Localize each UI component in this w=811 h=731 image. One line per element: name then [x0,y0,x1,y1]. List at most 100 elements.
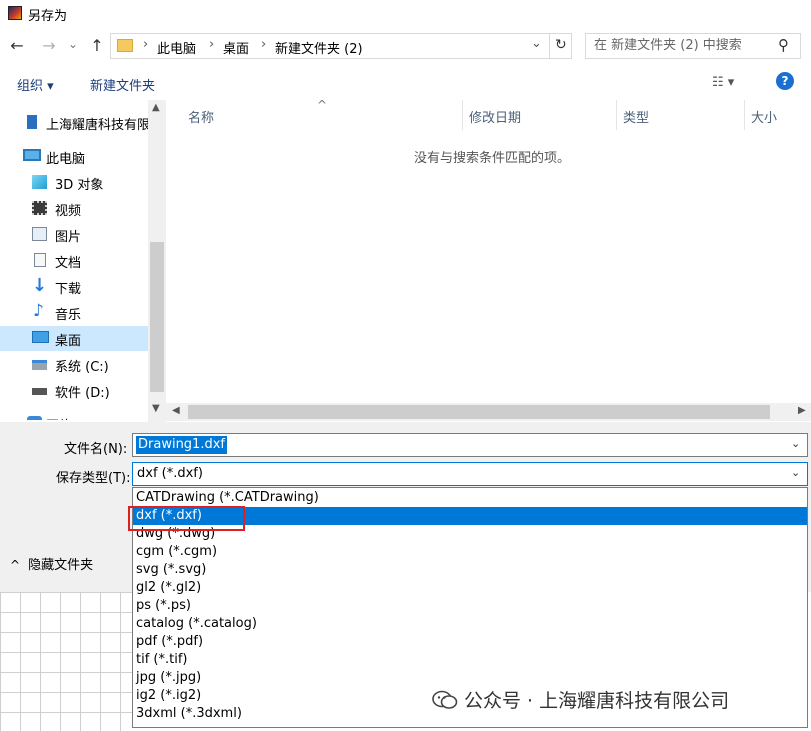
breadcrumb-new-folder[interactable]: 新建文件夹 (2) [275,38,363,57]
help-icon[interactable]: ? [776,72,794,90]
sidebar-item-label: 网络 [46,415,72,420]
hide-folders-label: 隐藏文件夹 [28,558,94,573]
address-divider [549,34,550,58]
back-arrow-icon[interactable]: ← [6,35,28,57]
filename-label: 文件名(N): [64,442,128,457]
filename-value[interactable]: Drawing1.dxf [136,436,227,454]
music-icon: ♪ [33,301,44,321]
save-type-dropdown-icon[interactable]: ⌄ [791,466,800,479]
background-grid [0,592,132,731]
download-icon: ↓ [32,275,48,296]
filename-dropdown-icon[interactable]: ⌄ [791,437,800,450]
breadcrumb-this-pc[interactable]: 此电脑 [157,38,196,57]
toolbar: 组织 ▾ 新建文件夹 ☷ ▾ ? [0,68,811,98]
scroll-left-icon[interactable]: ◀ [172,405,180,416]
sidebar-item-pictures[interactable]: 图片 [0,222,148,247]
navigation-pane: 上海耀唐科技有限 此电脑 3D 对象 视频 图片 文档 ↓ 下载 ♪ 音乐 桌面… [0,100,148,420]
chevron-up-icon: ^ [10,558,21,572]
sidebar-item-this-pc[interactable]: 此电脑 [0,144,148,169]
column-header-type[interactable]: 类型 [623,107,649,126]
app-icon [8,6,22,20]
file-type-option[interactable]: catalog (*.catalog) [133,615,807,633]
scroll-up-icon[interactable]: ▲ [152,102,160,113]
file-type-option[interactable]: ps (*.ps) [133,597,807,615]
file-type-option[interactable]: svg (*.svg) [133,561,807,579]
annotation-highlight-box [128,506,245,531]
sidebar-item-network[interactable]: 网络 [0,411,148,420]
refresh-icon[interactable]: ↻ [555,37,567,53]
sidebar-item-desktop[interactable]: 桌面 [0,326,148,351]
sidebar-item-label: 此电脑 [46,152,86,167]
sidebar-item-downloads[interactable]: ↓ 下载 [0,274,148,299]
file-list-horizontal-scrollbar[interactable]: ◀ ▶ [166,403,811,421]
watermark: 公众号 · 上海耀唐科技有限公司 [432,686,729,713]
column-header-name[interactable]: 名称 [188,107,214,126]
new-folder-button[interactable]: 新建文件夹 [90,75,155,94]
up-arrow-icon[interactable]: ↑ [86,35,108,57]
title-bar: 另存为 [0,0,811,28]
column-divider[interactable] [744,100,745,130]
scrollbar-thumb[interactable] [188,405,770,419]
sidebar-item-label: 桌面 [55,334,82,349]
file-type-option[interactable]: CATDrawing (*.CATDrawing) [133,489,807,507]
scroll-down-icon[interactable]: ▼ [152,403,160,414]
drive-c-icon [32,360,47,370]
save-type-label: 保存类型(T): [56,471,131,486]
sidebar-item-videos[interactable]: 视频 [0,196,148,221]
file-type-option[interactable]: tif (*.tif) [133,651,807,669]
view-options-icon[interactable]: ☷ ▾ [712,75,734,90]
recent-locations-chevron-icon[interactable]: ⌄ [62,33,84,55]
sidebar-item-music[interactable]: ♪ 音乐 [0,300,148,325]
sidebar-item-label: 上海耀唐科技有限 [46,118,148,133]
column-header-size[interactable]: 大小 [751,107,777,126]
column-divider[interactable] [616,100,617,130]
navigation-pane-scrollbar[interactable]: ▲ ▼ [148,100,166,422]
column-header-date[interactable]: 修改日期 [469,107,521,126]
file-type-option[interactable]: cgm (*.cgm) [133,543,807,561]
sidebar-item-3d-objects[interactable]: 3D 对象 [0,170,148,195]
sidebar-item-company[interactable]: 上海耀唐科技有限 [0,110,148,135]
sidebar-item-drive-d[interactable]: 软件 (D:) [0,378,148,403]
filename-field[interactable]: Drawing1.dxf ⌄ [132,433,808,457]
scroll-right-icon[interactable]: ▶ [798,405,806,416]
sort-ascending-icon: ^ [317,98,328,112]
sidebar-item-documents[interactable]: 文档 [0,248,148,273]
hide-folders-button[interactable]: ^ 隐藏文件夹 [10,554,93,573]
document-icon [34,253,46,267]
scrollbar-thumb[interactable] [150,242,164,392]
file-type-option[interactable]: jpg (*.jpg) [133,669,807,687]
column-divider[interactable] [462,100,463,130]
search-input[interactable] [594,38,774,53]
organize-button[interactable]: 组织 ▾ [17,75,54,94]
breadcrumb-desktop[interactable]: 桌面 [223,38,249,57]
empty-message: 没有与搜索条件匹配的项。 [414,151,571,166]
sidebar-item-label: 下载 [55,282,82,297]
wechat-icon [432,690,458,709]
sidebar-item-label: 图片 [55,230,82,245]
save-type-value[interactable]: dxf (*.dxf) [137,466,203,481]
building-icon [27,115,37,129]
address-dropdown-icon[interactable]: ⌄ [531,36,542,51]
file-type-option[interactable]: gl2 (*.gl2) [133,579,807,597]
address-bar[interactable]: › 此电脑 › 桌面 › 新建文件夹 (2) ⌄ ↻ [110,33,572,59]
sidebar-item-label: 软件 (D:) [55,386,110,401]
search-box[interactable]: ⚲ [585,33,801,59]
file-type-option[interactable]: pdf (*.pdf) [133,633,807,651]
watermark-text: 公众号 · 上海耀唐科技有限公司 [464,690,730,712]
folder-icon [117,39,133,52]
picture-icon [32,227,47,241]
sidebar-item-drive-c[interactable]: 系统 (C:) [0,352,148,377]
search-icon[interactable]: ⚲ [778,36,789,54]
breadcrumb-separator-icon: › [261,37,267,52]
forward-arrow-icon[interactable]: → [38,35,60,57]
network-icon [27,416,42,420]
computer-icon [23,149,41,161]
sidebar-item-label: 系统 (C:) [55,360,109,375]
sidebar-item-label: 音乐 [55,308,82,323]
drive-d-icon [32,388,47,395]
breadcrumb-separator-icon: › [209,37,215,52]
breadcrumb-separator-icon: › [143,37,149,52]
window-title: 另存为 [28,9,68,24]
file-list: ^ 名称 修改日期 类型 大小 没有与搜索条件匹配的项。 [166,98,811,403]
save-type-select[interactable]: dxf (*.dxf) ⌄ [132,462,808,486]
